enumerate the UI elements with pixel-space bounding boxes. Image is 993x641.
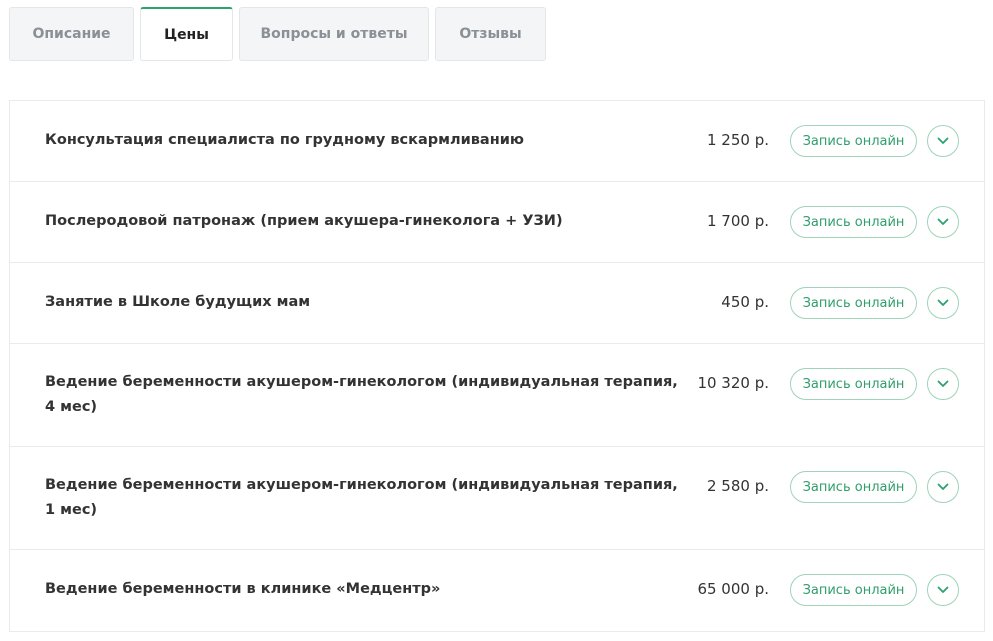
expand-button[interactable]	[927, 368, 959, 400]
service-price: 65 000 р.	[697, 580, 769, 598]
price-row: Консультация специалиста по грудному вск…	[10, 101, 984, 182]
service-price: 1 250 р.	[707, 131, 769, 149]
price-row: Ведение беременности акушером-гинеколого…	[10, 447, 984, 550]
service-name: Ведение беременности акушером-гинеколого…	[45, 374, 678, 415]
service-price: 10 320 р.	[697, 374, 769, 392]
service-price: 450 р.	[721, 293, 769, 311]
chevron-down-icon	[937, 218, 949, 225]
price-row: Послеродовой патронаж (прием акушера-гин…	[10, 182, 984, 263]
expand-button[interactable]	[927, 471, 959, 503]
price-row: Ведение беременности в клинике «Медцентр…	[10, 550, 984, 632]
price-row: Занятие в Школе будущих мам 450 р. Запис…	[10, 263, 984, 344]
chevron-down-icon	[937, 586, 949, 593]
service-name: Консультация специалиста по грудному вск…	[45, 132, 524, 148]
book-online-button[interactable]: Запись онлайн	[790, 206, 917, 238]
chevron-down-icon	[937, 299, 949, 306]
tab-description[interactable]: Описание	[9, 7, 134, 61]
service-price: 2 580 р.	[707, 477, 769, 495]
tab-questions-answers[interactable]: Вопросы и ответы	[239, 7, 429, 61]
service-name: Ведение беременности акушером-гинеколого…	[45, 477, 678, 518]
chevron-down-icon	[937, 380, 949, 387]
service-name: Занятие в Школе будущих мам	[45, 294, 311, 310]
tab-prices[interactable]: Цены	[140, 7, 233, 61]
book-online-button[interactable]: Запись онлайн	[790, 471, 917, 503]
book-online-button[interactable]: Запись онлайн	[790, 574, 917, 606]
expand-button[interactable]	[927, 125, 959, 157]
book-online-button[interactable]: Запись онлайн	[790, 125, 917, 157]
chevron-down-icon	[937, 483, 949, 490]
book-online-button[interactable]: Запись онлайн	[790, 287, 917, 319]
service-price: 1 700 р.	[707, 212, 769, 230]
service-name: Послеродовой патронаж (прием акушера-гин…	[45, 213, 563, 229]
price-list: Консультация специалиста по грудному вск…	[9, 100, 985, 632]
price-row: Ведение беременности акушером-гинеколого…	[10, 344, 984, 447]
expand-button[interactable]	[927, 574, 959, 606]
book-online-button[interactable]: Запись онлайн	[790, 368, 917, 400]
service-name: Ведение беременности в клинике «Медцентр…	[45, 581, 441, 597]
chevron-down-icon	[937, 137, 949, 144]
expand-button[interactable]	[927, 206, 959, 238]
expand-button[interactable]	[927, 287, 959, 319]
tab-reviews[interactable]: Отзывы	[435, 7, 546, 61]
tab-bar: Описание Цены Вопросы и ответы Отзывы	[9, 7, 552, 61]
